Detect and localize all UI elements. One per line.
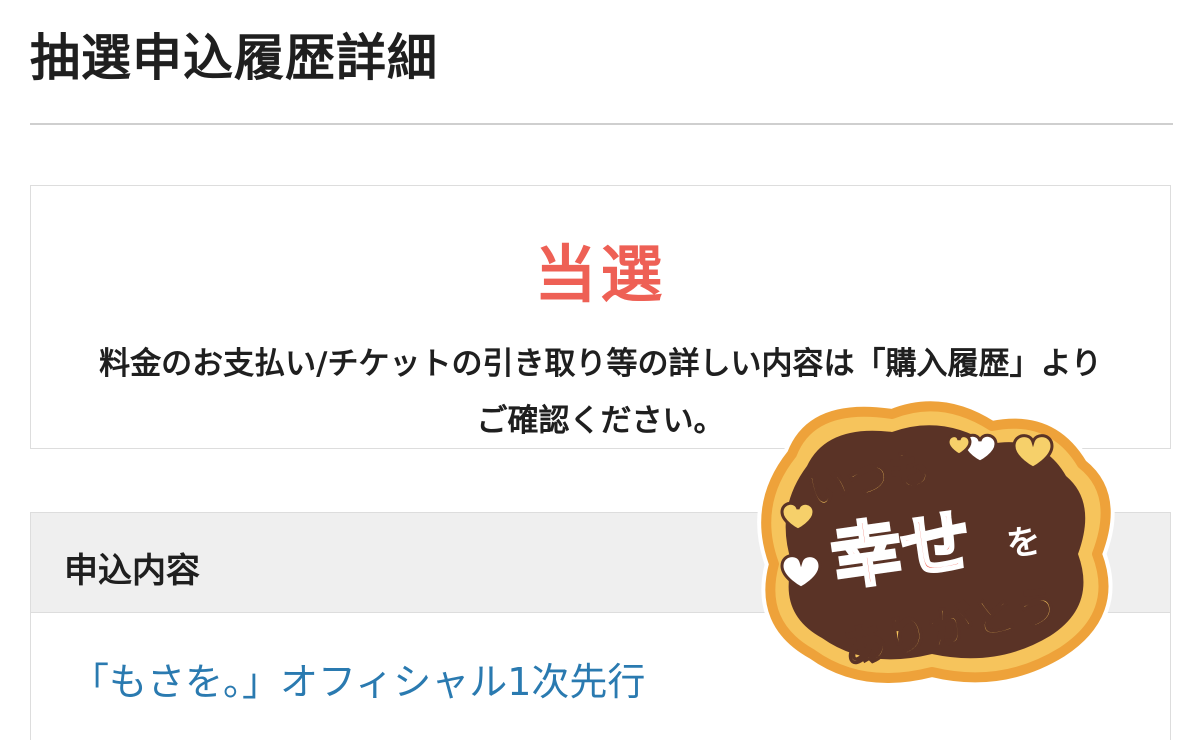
sticker-line-2-suffix: を xyxy=(1004,521,1043,565)
section-header-label: 申込内容 xyxy=(64,551,200,591)
title-divider xyxy=(30,123,1173,125)
thank-you-sticker: いつも 幸せ を ありがとう xyxy=(752,384,1120,694)
page: 抽選申込履歴詳細 当選 料金のお支払い/チケットの引き取り等の詳しい内容は「購入… xyxy=(0,0,1200,740)
result-status: 当選 xyxy=(534,238,667,311)
page-title: 抽選申込履歴詳細 xyxy=(30,29,438,87)
entry-name-link[interactable]: 「もさを。」オフィシャル1次先行 xyxy=(71,651,645,706)
